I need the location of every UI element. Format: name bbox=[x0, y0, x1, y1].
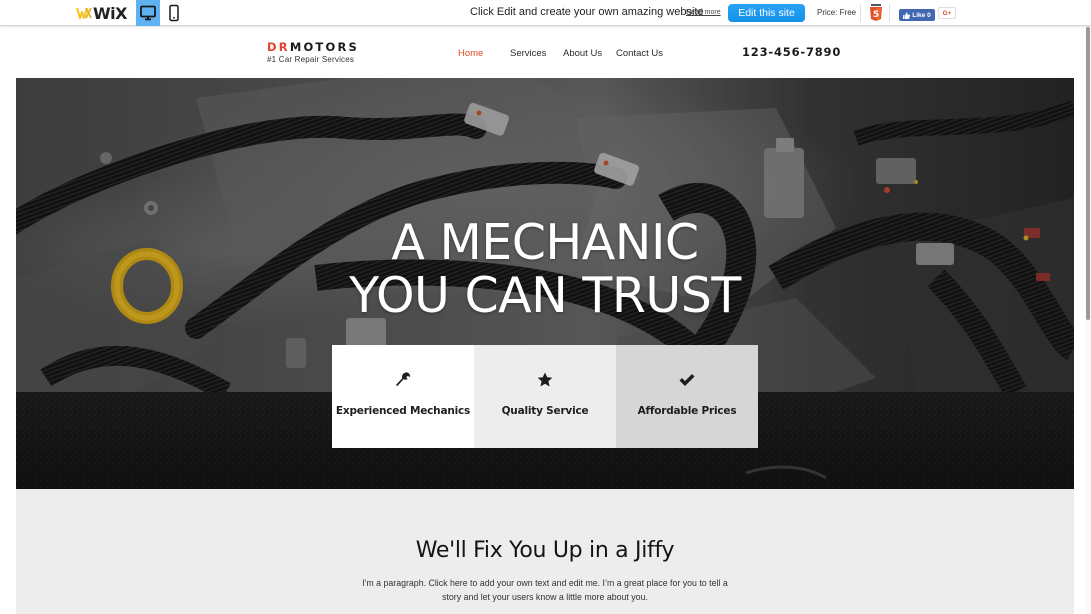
mobile-view-button[interactable] bbox=[162, 0, 186, 26]
feature-label: Experienced Mechanics bbox=[335, 405, 471, 417]
feature-label: Quality Service bbox=[501, 405, 589, 417]
wix-logo-text: WiX bbox=[93, 3, 127, 23]
nav-item-home[interactable]: Home bbox=[458, 48, 483, 59]
google-plus-button[interactable]: G+ bbox=[938, 7, 956, 19]
price-label: Price: Free bbox=[817, 8, 857, 17]
phone-number[interactable]: 123-456-7890 bbox=[742, 45, 841, 59]
checkmark-icon bbox=[677, 370, 697, 390]
feature-boxes: Experienced Mechanics Quality Service Af… bbox=[332, 345, 758, 448]
wix-logo-mark-icon bbox=[76, 7, 92, 20]
divider bbox=[860, 4, 861, 22]
site-header: DRMOTORS #1 Car Repair Services Home Ser… bbox=[0, 26, 1085, 78]
wrench-icon bbox=[393, 370, 413, 390]
star-icon bbox=[535, 370, 555, 390]
feature-affordable-prices[interactable]: Affordable Prices bbox=[616, 345, 758, 448]
monitor-icon bbox=[140, 5, 156, 21]
hero-title: A MECHANIC YOU CAN TRUST bbox=[16, 216, 1074, 322]
phone-icon bbox=[169, 4, 179, 22]
feature-label: Affordable Prices bbox=[637, 405, 737, 417]
brand-tagline: #1 Car Repair Services bbox=[267, 55, 355, 64]
desktop-view-button[interactable] bbox=[136, 0, 160, 26]
feature-experienced-mechanics[interactable]: Experienced Mechanics bbox=[332, 345, 474, 448]
promo-text: Click Edit and create your own amazing w… bbox=[470, 6, 704, 18]
about-paragraph: I'm a paragraph. Click here to add your … bbox=[362, 578, 728, 602]
brand-name-prefix: DR bbox=[267, 40, 290, 54]
nav-item-about-us[interactable]: About Us bbox=[563, 48, 602, 59]
wix-logo[interactable]: WiX bbox=[76, 3, 127, 23]
feature-quality-service[interactable]: Quality Service bbox=[474, 345, 616, 448]
brand-name-suffix: MOTORS bbox=[289, 40, 359, 54]
hero-title-line-1: A MECHANIC bbox=[391, 214, 699, 271]
brand-name: DRMOTORS bbox=[267, 41, 359, 53]
site-logo[interactable]: DRMOTORS #1 Car Repair Services bbox=[267, 41, 359, 64]
hero-section: A MECHANIC YOU CAN TRUST Experienced Mec… bbox=[16, 78, 1074, 489]
svg-text:5: 5 bbox=[873, 10, 879, 20]
read-more-link[interactable]: Read more bbox=[686, 9, 721, 16]
divider bbox=[889, 4, 890, 22]
nav-item-services[interactable]: Services bbox=[510, 48, 546, 59]
thumbs-up-icon bbox=[903, 11, 911, 19]
about-heading: We'll Fix You Up in a Jiffy bbox=[415, 538, 675, 563]
facebook-like-label: Like 0 bbox=[912, 11, 931, 19]
edit-this-site-button[interactable]: Edit this site bbox=[728, 4, 805, 22]
facebook-like-button[interactable]: Like 0 bbox=[899, 9, 935, 21]
nav-item-contact-us[interactable]: Contact Us bbox=[616, 48, 663, 59]
page-scrollbar[interactable] bbox=[1085, 26, 1091, 614]
scrollbar-thumb[interactable] bbox=[1086, 27, 1090, 320]
wix-top-bar: WiX Click Edit and create your own amazi… bbox=[0, 0, 1091, 26]
html5-icon[interactable]: 5 bbox=[869, 4, 883, 22]
about-section: We'll Fix You Up in a Jiffy I'm a paragr… bbox=[16, 489, 1074, 614]
hero-title-line-2: YOU CAN TRUST bbox=[349, 267, 741, 324]
